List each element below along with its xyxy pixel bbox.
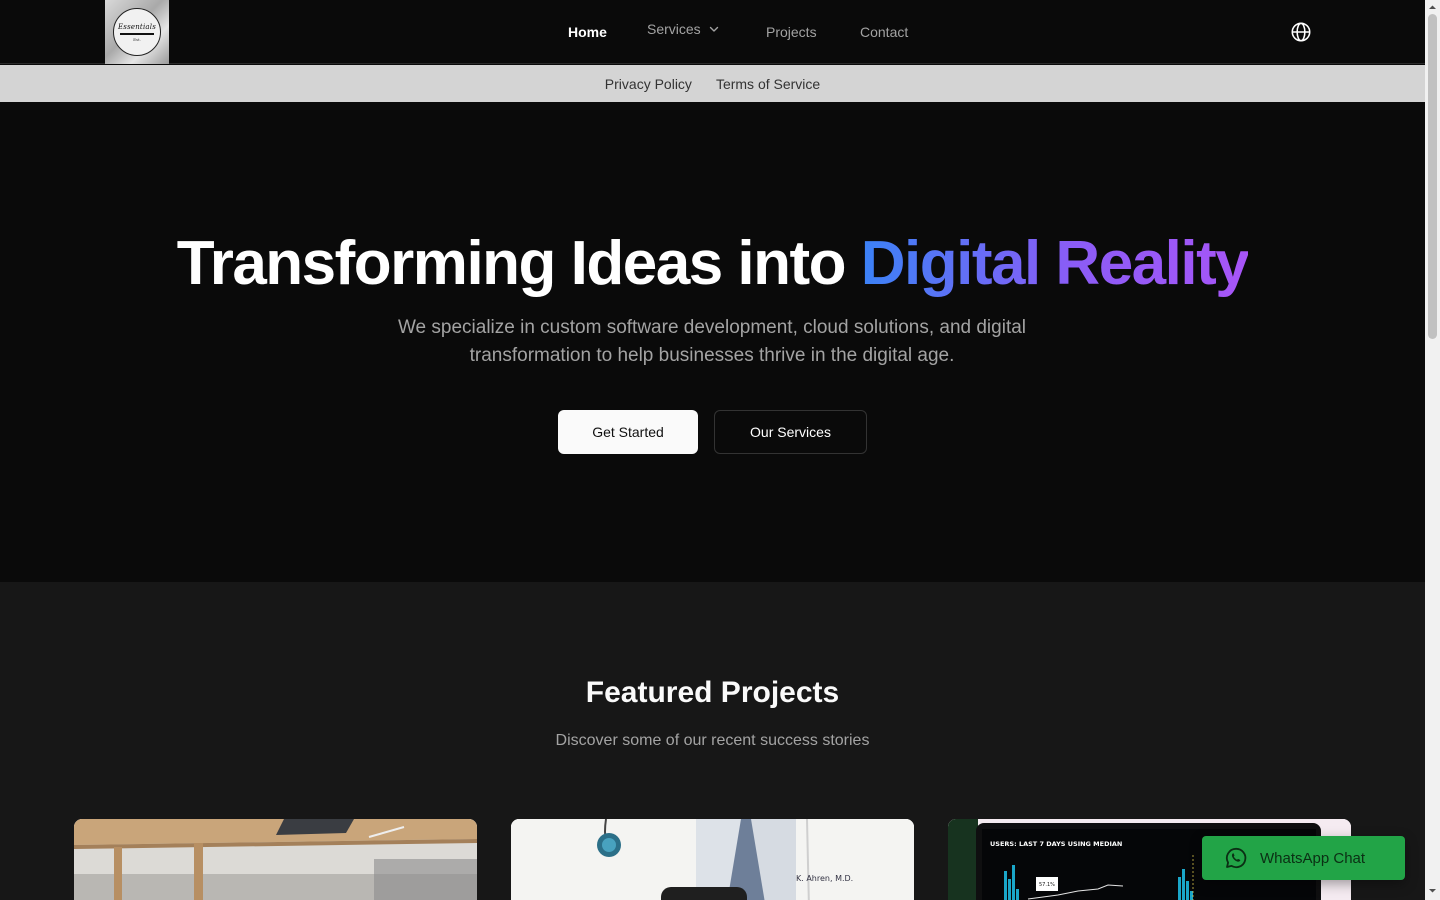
svg-text:K. Ahren, M.D.: K. Ahren, M.D. [796,874,853,883]
top-navigation: Essentials Est. Home Services Projects C… [0,0,1425,64]
nav-contact[interactable]: Contact [860,0,908,64]
hero-title: Transforming Ideas into Digital Reality [0,228,1425,299]
logo-script-text: Essentials [117,22,156,31]
nav-home[interactable]: Home [568,0,607,64]
logo-small-text: Est. [133,36,141,42]
globe-icon[interactable] [1290,21,1312,43]
scrollbar-thumb[interactable] [1428,14,1437,339]
hero-title-highlight: Digital Reality [860,229,1250,298]
terms-of-service-link[interactable]: Terms of Service [716,76,820,92]
nav-services-label: Services [647,21,701,37]
logo-bar [120,32,154,35]
scroll-down-arrow-icon[interactable] [1428,886,1437,895]
hero-section: Transforming Ideas into Digital Reality … [0,102,1425,582]
whatsapp-chat-button[interactable]: WhatsApp Chat [1202,836,1405,880]
featured-projects-title: Featured Projects [585,676,840,709]
project-card-1[interactable] [74,819,477,900]
svg-text:57.1%: 57.1% [1039,882,1055,888]
secondary-navigation: Privacy Policy Terms of Service [0,65,1425,102]
project-card-2[interactable]: K. Ahren, M.D. [511,819,914,900]
get-started-button[interactable]: Get Started [558,410,698,454]
dashboard-screen-text: USERS: LAST 7 DAYS USING MEDIAN [990,840,1122,848]
hero-title-plain: Transforming Ideas into [176,229,861,298]
chevron-down-icon [709,26,718,32]
scroll-up-arrow-icon[interactable] [1428,3,1437,12]
whatsapp-chat-label: WhatsApp Chat [1260,849,1366,867]
project-image-workspace [74,819,477,900]
privacy-policy-link[interactable]: Privacy Policy [605,76,692,92]
project-image-doctor: K. Ahren, M.D. [511,819,914,900]
nav-projects[interactable]: Projects [766,0,817,64]
logo[interactable]: Essentials Est. [105,0,169,64]
featured-projects-subtitle: Discover some of our recent success stor… [555,732,870,749]
logo-emblem: Essentials Est. [113,8,161,56]
whatsapp-icon [1225,847,1247,869]
hero-subtitle: We specialize in custom software develop… [397,317,1027,366]
page: Essentials Est. Home Services Projects C… [0,0,1425,900]
our-services-button[interactable]: Our Services [714,410,867,454]
nav-services[interactable]: Services [647,0,719,61]
